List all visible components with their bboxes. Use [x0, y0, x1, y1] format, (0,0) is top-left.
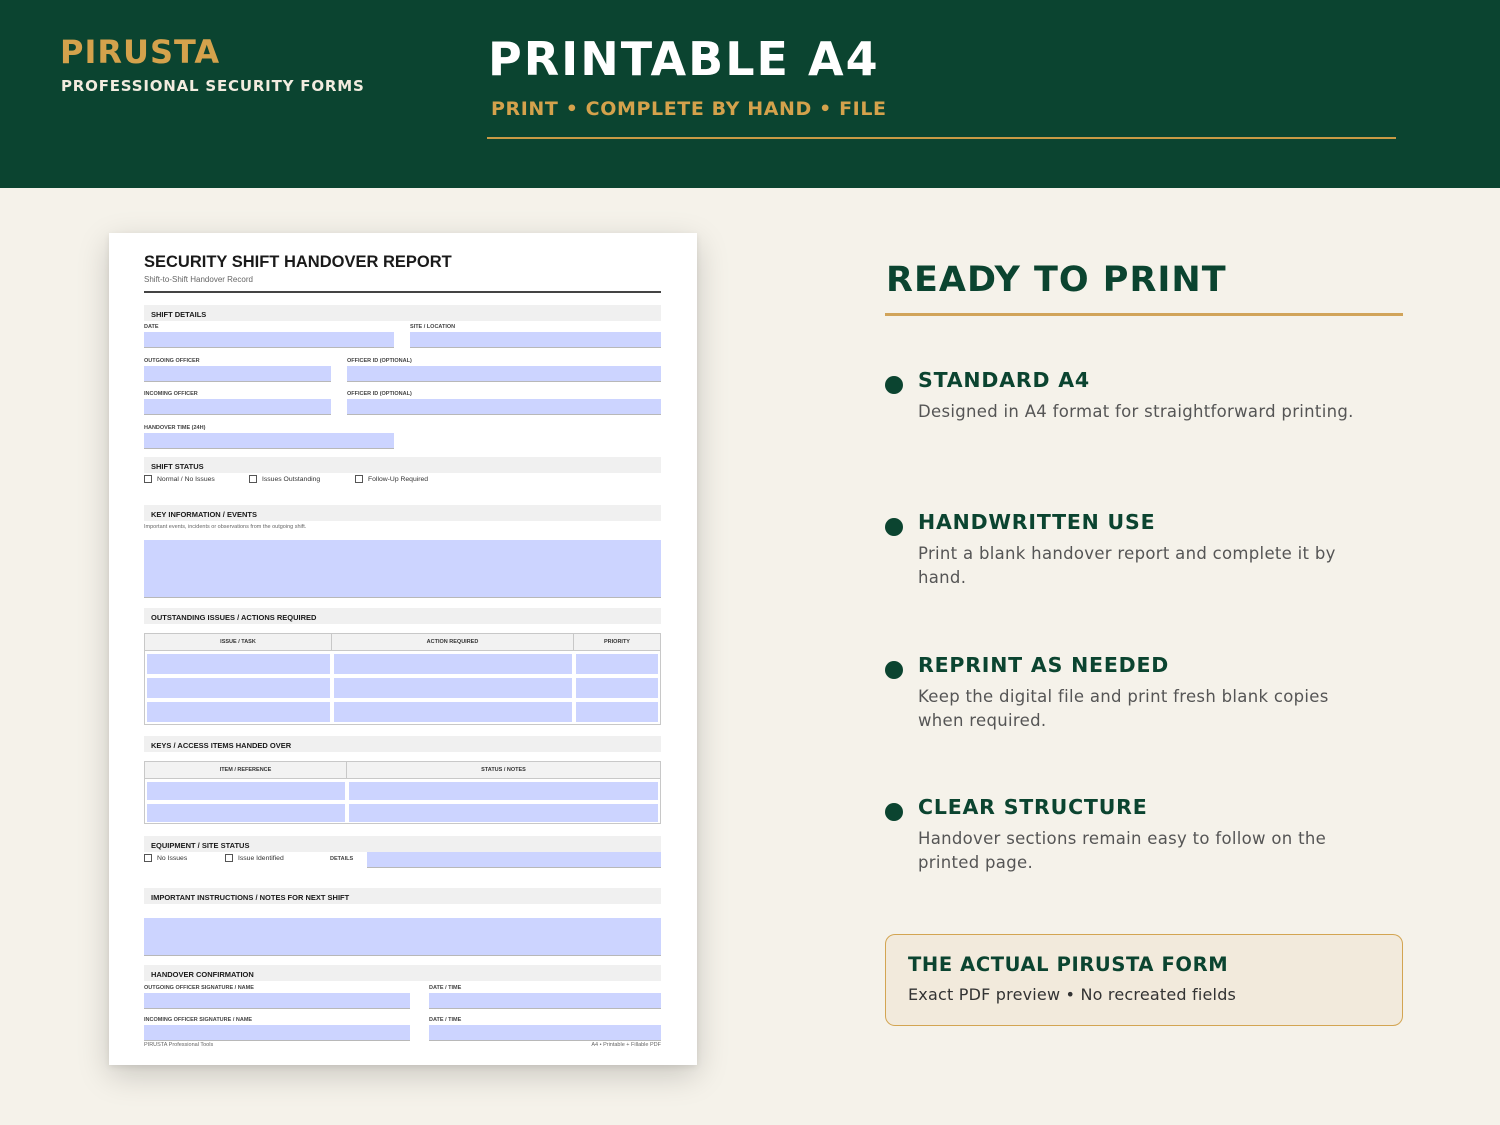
form-footer-right: A4 • Printable + Fillable PDF	[591, 1042, 661, 1048]
incoming-officer-field[interactable]	[144, 399, 331, 415]
status-option-issues[interactable]: Issues Outstanding	[249, 475, 320, 483]
form-title-divider	[144, 291, 661, 293]
outgoing-officer-field[interactable]	[144, 366, 331, 382]
date-time-field-2[interactable]	[429, 1025, 661, 1041]
label-site: SITE / LOCATION	[410, 324, 456, 330]
hero-divider	[487, 137, 1396, 139]
label-incoming-officer: INCOMING OFFICER	[144, 391, 198, 397]
col-issue-task: ISSUE / TASK	[145, 634, 332, 651]
feature-description: Handover sections remain easy to follow …	[918, 829, 1327, 872]
officer-id-field-1[interactable]	[347, 366, 661, 382]
site-field[interactable]	[410, 332, 661, 348]
form-subtitle: Shift-to-Shift Handover Record	[144, 275, 253, 284]
checkbox[interactable]	[144, 475, 152, 483]
section-key-info: KEY INFORMATION / EVENTS	[144, 505, 661, 521]
equipment-details-field[interactable]	[367, 852, 661, 868]
header-banner: PIRUSTA PROFESSIONAL SECURITY FORMS PRIN…	[0, 0, 1500, 188]
table-cell[interactable]	[334, 654, 572, 674]
label-outgoing-signature: OUTGOING OFFICER SIGNATURE / NAME	[144, 985, 254, 991]
callout-title: THE ACTUAL PIRUSTA FORM	[908, 953, 1229, 976]
section-keys: KEYS / ACCESS ITEMS HANDED OVER	[144, 736, 661, 752]
keys-table: ITEM / REFERENCE STATUS / NOTES	[144, 761, 661, 824]
section-equipment: EQUIPMENT / SITE STATUS	[144, 836, 661, 852]
handover-time-field[interactable]	[144, 433, 394, 449]
label-handover-time: HANDOVER TIME (24H)	[144, 425, 206, 431]
feature-title: HANDWRITTEN USE	[918, 510, 1156, 534]
bullet-dot-icon	[885, 518, 903, 536]
label-outgoing-officer: OUTGOING OFFICER	[144, 358, 200, 364]
checkbox[interactable]	[355, 475, 363, 483]
label-date-time-2: DATE / TIME	[429, 1017, 462, 1023]
label-date-time-1: DATE / TIME	[429, 985, 462, 991]
label-officer-id-2: OFFICER ID (OPTIONAL)	[347, 391, 412, 397]
table-cell[interactable]	[349, 804, 658, 822]
hero-subtitle: PRINT • COMPLETE BY HAND • FILE	[491, 98, 887, 120]
table-cell[interactable]	[334, 678, 572, 698]
col-status-notes: STATUS / NOTES	[347, 762, 660, 779]
feature-description: Designed in A4 format for straightforwar…	[918, 402, 1354, 421]
date-field[interactable]	[144, 332, 394, 348]
form-footer-left: PIRUSTA Professional Tools	[144, 1042, 214, 1048]
table-cell[interactable]	[334, 702, 572, 722]
form-title: SECURITY SHIFT HANDOVER REPORT	[144, 253, 452, 271]
table-cell[interactable]	[147, 804, 345, 822]
feature-description: Print a blank handover report and comple…	[918, 544, 1336, 587]
panel-title: READY TO PRINT	[886, 260, 1227, 300]
label-details: DETAILS	[330, 856, 354, 862]
equipment-option-issue[interactable]: Issue Identified	[225, 854, 284, 862]
section-instructions: IMPORTANT INSTRUCTIONS / NOTES FOR NEXT …	[144, 888, 661, 904]
brand-tagline: PROFESSIONAL SECURITY FORMS	[61, 77, 365, 95]
col-item-reference: ITEM / REFERENCE	[145, 762, 347, 779]
bullet-dot-icon	[885, 661, 903, 679]
col-priority: PRIORITY	[574, 634, 660, 651]
instructions-field[interactable]	[144, 918, 661, 956]
form-preview-page: SECURITY SHIFT HANDOVER REPORT Shift-to-…	[109, 233, 697, 1065]
table-cell[interactable]	[349, 782, 658, 800]
bullet-dot-icon	[885, 376, 903, 394]
status-option-follow-up[interactable]: Follow-Up Required	[355, 475, 428, 483]
feature-title: CLEAR STRUCTURE	[918, 795, 1148, 819]
table-cell[interactable]	[576, 654, 658, 674]
callout-text: Exact PDF preview • No recreated fields	[908, 985, 1237, 1004]
incoming-signature-field[interactable]	[144, 1025, 410, 1041]
equipment-option-no-issues[interactable]: No Issues	[144, 854, 187, 862]
officer-id-field-2[interactable]	[347, 399, 661, 415]
section-shift-details: SHIFT DETAILS	[144, 305, 661, 321]
table-cell[interactable]	[147, 678, 330, 698]
checkbox[interactable]	[249, 475, 257, 483]
key-info-field[interactable]	[144, 540, 661, 598]
outstanding-table: ISSUE / TASK ACTION REQUIRED PRIORITY	[144, 633, 661, 725]
label-officer-id-1: OFFICER ID (OPTIONAL)	[347, 358, 412, 364]
table-cell[interactable]	[147, 654, 330, 674]
feature-title: REPRINT AS NEEDED	[918, 653, 1170, 677]
bullet-dot-icon	[885, 803, 903, 821]
outgoing-signature-field[interactable]	[144, 993, 410, 1009]
section-shift-status: SHIFT STATUS	[144, 457, 661, 473]
hero-title: PRINTABLE A4	[488, 32, 880, 86]
table-cell[interactable]	[147, 782, 345, 800]
callout-box: THE ACTUAL PIRUSTA FORM Exact PDF previe…	[885, 934, 1403, 1026]
status-option-normal[interactable]: Normal / No Issues	[144, 475, 215, 483]
feature-title: STANDARD A4	[918, 368, 1090, 392]
label-incoming-signature: INCOMING OFFICER SIGNATURE / NAME	[144, 1017, 253, 1023]
table-cell[interactable]	[576, 678, 658, 698]
table-cell[interactable]	[576, 702, 658, 722]
feature-description: Keep the digital file and print fresh bl…	[918, 687, 1329, 730]
checkbox[interactable]	[144, 854, 152, 862]
key-info-note: Important events, incidents or observati…	[144, 524, 307, 530]
table-cell[interactable]	[147, 702, 330, 722]
label-date: DATE	[144, 324, 159, 330]
section-confirmation: HANDOVER CONFIRMATION	[144, 965, 661, 981]
date-time-field-1[interactable]	[429, 993, 661, 1009]
panel-title-divider	[885, 313, 1403, 316]
checkbox[interactable]	[225, 854, 233, 862]
col-action-required: ACTION REQUIRED	[332, 634, 574, 651]
section-outstanding: OUTSTANDING ISSUES / ACTIONS REQUIRED	[144, 608, 661, 624]
brand-logo-text: PIRUSTA	[60, 33, 221, 71]
